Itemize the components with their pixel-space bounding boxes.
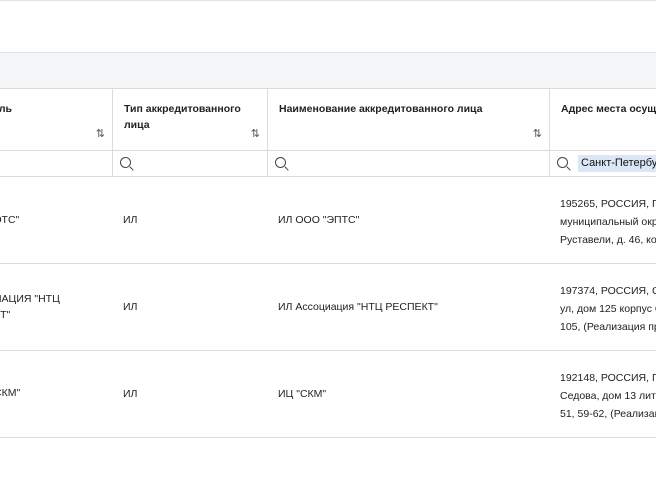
column-header-label: Адрес места осущест <box>561 103 656 115</box>
cell-text: ИЦ "СКМ" <box>278 388 327 400</box>
column-header-name[interactable]: Наименование аккредитованного лица ⇅ <box>267 89 549 150</box>
top-divider <box>0 0 656 1</box>
search-icon <box>275 157 286 168</box>
cell-applicant: СКМ" <box>0 351 112 437</box>
cell-text: ИЛ <box>123 301 138 313</box>
cell-name: ИЛ Ассоциация "НТЦ РЕСПЕКТ" <box>267 264 549 350</box>
cell-text: СКМ" <box>0 387 21 399</box>
table-row[interactable]: СКМ" ИЛ ИЦ "СКМ" 192148, РОССИЯ, Г Сан С… <box>0 351 656 438</box>
column-header-type[interactable]: Тип аккредитованного лица ⇅ <box>112 89 267 150</box>
cell-address: 195265, РОССИЯ, Г Сан муниципальный окру… <box>549 177 656 263</box>
cell-type: ИЛ <box>112 264 267 350</box>
cell-type: ИЛ <box>112 177 267 263</box>
cell-applicant: ИАЦИЯ "НТЦ КТ" <box>0 264 112 350</box>
cell-text: ИЛ <box>123 214 138 226</box>
cell-name: ИЛ ООО "ЭПТС" <box>267 177 549 263</box>
filter-name[interactable] <box>267 151 549 176</box>
search-icon <box>120 157 131 168</box>
sort-icon[interactable]: ⇅ <box>96 127 105 140</box>
cell-type: ИЛ <box>112 351 267 437</box>
column-header-label: Тип аккредитованного лица <box>124 103 241 131</box>
column-header-label: Наименование аккредитованного лица <box>279 103 483 115</box>
accreditation-table: ель ⇅ Тип аккредитованного лица ⇅ Наимен… <box>0 88 656 438</box>
cell-text: ИЛ ООО "ЭПТС" <box>278 214 360 226</box>
sort-icon[interactable]: ⇅ <box>251 127 260 140</box>
address-filter-input[interactable]: Санкт-Петербу <box>578 155 656 172</box>
cell-name: ИЦ "СКМ" <box>267 351 549 437</box>
cell-text: ИЛ <box>123 388 138 400</box>
table-row[interactable]: ЭТС" ИЛ ИЛ ООО "ЭПТС" 195265, РОССИЯ, Г … <box>0 177 656 264</box>
sort-icon[interactable]: ⇅ <box>533 127 542 140</box>
filter-type[interactable] <box>112 151 267 176</box>
filter-address[interactable]: Санкт-Петербу <box>549 151 656 176</box>
column-header-address[interactable]: Адрес места осущест <box>549 89 656 150</box>
cell-text: ИЛ Ассоциация "НТЦ РЕСПЕКТ" <box>278 301 438 313</box>
cell-text: 195265, РОССИЯ, Г Сан муниципальный окру… <box>560 198 656 246</box>
cell-text: 192148, РОССИЯ, Г Сан Седова, дом 13 лит… <box>560 372 656 420</box>
cell-text: ЭТС" <box>0 214 20 226</box>
cell-text: ИАЦИЯ "НТЦ КТ" <box>0 293 60 321</box>
table-header-row: ель ⇅ Тип аккредитованного лица ⇅ Наимен… <box>0 88 656 151</box>
search-icon <box>557 157 568 168</box>
column-header-label: ель <box>0 103 12 115</box>
column-header-applicant[interactable]: ель ⇅ <box>0 89 112 150</box>
cell-address: 192148, РОССИЯ, Г Сан Седова, дом 13 лит… <box>549 351 656 437</box>
table-row[interactable]: ИАЦИЯ "НТЦ КТ" ИЛ ИЛ Ассоциация "НТЦ РЕС… <box>0 264 656 351</box>
cell-applicant: ЭТС" <box>0 177 112 263</box>
table-filter-row: Санкт-Петербу <box>0 151 656 177</box>
table-toolbar <box>0 52 656 89</box>
filter-applicant[interactable] <box>0 151 112 176</box>
cell-text: 197374, РОССИЯ, Санк ул, дом 125 корпус … <box>560 285 656 333</box>
cell-address: 197374, РОССИЯ, Санк ул, дом 125 корпус … <box>549 264 656 350</box>
